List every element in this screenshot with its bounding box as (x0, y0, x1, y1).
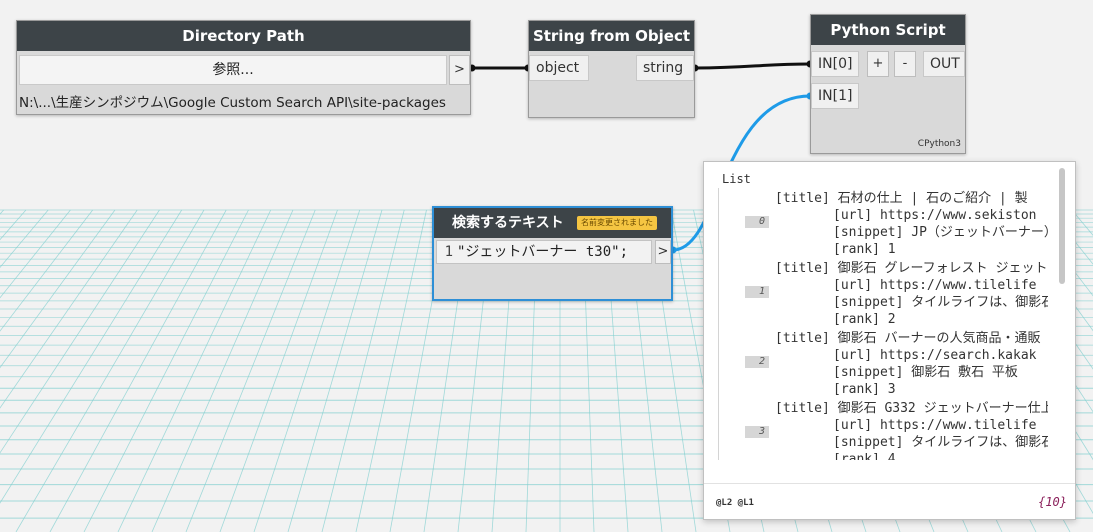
output-port-out[interactable]: OUT (923, 51, 965, 77)
directory-path-value: N:\...\生産シンポジウム\Google Custom Search API… (19, 95, 446, 111)
directory-path-node[interactable]: Directory Path 参照... > N:\...\生産シンポジウム\G… (16, 20, 471, 115)
item-snippet: [snippet] 御影石 敷石 平板 (833, 365, 1018, 380)
item-url: [url] https://www.tilelife (833, 278, 1037, 293)
item-rank: [rank] 4 (833, 452, 896, 460)
engine-label: CPython3 (917, 139, 961, 149)
python-script-node[interactable]: Python Script IN[0] IN[1] + - OUT CPytho… (810, 14, 966, 154)
item-title: [title] 御影石 バーナーの人気商品・通販 (775, 331, 1041, 346)
add-input-button[interactable]: + (867, 51, 889, 77)
preview-scrollbar[interactable] (1059, 168, 1065, 284)
node-title: Python Script (811, 15, 965, 45)
item-count: {10} (1038, 495, 1067, 509)
input-port-in1[interactable]: IN[1] (811, 83, 859, 109)
node-header: 検索するテキスト 名前変更されました (434, 208, 671, 238)
output-port-arrow[interactable]: > (655, 240, 671, 264)
item-title: [title] 石材の仕上 | 石のご紹介 | 製 (775, 191, 1028, 206)
browse-button[interactable]: 参照... (19, 55, 447, 85)
node-title: 検索するテキスト (452, 215, 564, 231)
preview-footer: @L2 @L1 {10} (704, 483, 1075, 519)
output-port-arrow[interactable]: > (449, 55, 470, 85)
line-number: 1 (444, 244, 453, 260)
item-rank: [rank] 3 (833, 382, 896, 397)
list-index: 2 (745, 356, 769, 368)
item-rank: [rank] 2 (833, 312, 896, 327)
renamed-badge: 名前変更されました (577, 216, 657, 230)
list-index: 1 (745, 286, 769, 298)
item-title: [title] 御影石 グレーフォレスト ジェットバー (775, 261, 1048, 276)
item-snippet: [snippet] タイルライフは、御影石 (833, 295, 1048, 310)
item-title: [title] 御影石 G332 ジェットバーナー仕上 (775, 401, 1048, 416)
list-levels[interactable]: @L2 @L1 (716, 498, 754, 508)
input-port-in0[interactable]: IN[0] (811, 51, 859, 77)
code-text[interactable]: "ジェットバーナー t30"; (457, 244, 628, 260)
preview-list-title: List (722, 172, 751, 186)
list-index: 3 (745, 426, 769, 438)
list-index: 0 (745, 216, 769, 228)
graph-canvas[interactable]: Directory Path 参照... > N:\...\生産シンポジウム\G… (0, 0, 1093, 532)
item-url: [url] https://search.kakak (833, 348, 1037, 363)
item-rank: [rank] 1 (833, 242, 896, 257)
remove-input-button[interactable]: - (894, 51, 916, 77)
code-editor[interactable]: 1 "ジェットバーナー t30"; (436, 240, 652, 264)
node-title: String from Object (529, 21, 694, 51)
item-snippet: [snippet] タイルライフは、御影石 (833, 435, 1048, 450)
wire-string-to-python[interactable] (694, 62, 811, 70)
output-port-string[interactable]: string (636, 55, 694, 81)
item-snippet: [snippet] JP（ジェットバーナー） (833, 225, 1048, 240)
item-url: [url] https://www.sekiston (833, 208, 1037, 223)
preview-list[interactable]: 0 [title] 石材の仕上 | 石のご紹介 | 製 [url] https:… (718, 188, 1048, 460)
node-title: Directory Path (17, 21, 470, 51)
string-from-object-node[interactable]: String from Object object string (528, 20, 695, 118)
item-url: [url] https://www.tilelife (833, 418, 1037, 433)
watch-preview-panel[interactable]: List 0 [title] 石材の仕上 | 石のご紹介 | 製 [url] h… (703, 161, 1076, 520)
search-text-node[interactable]: 検索するテキスト 名前変更されました 1 "ジェットバーナー t30"; > (432, 206, 673, 301)
input-port-object[interactable]: object (529, 55, 589, 81)
